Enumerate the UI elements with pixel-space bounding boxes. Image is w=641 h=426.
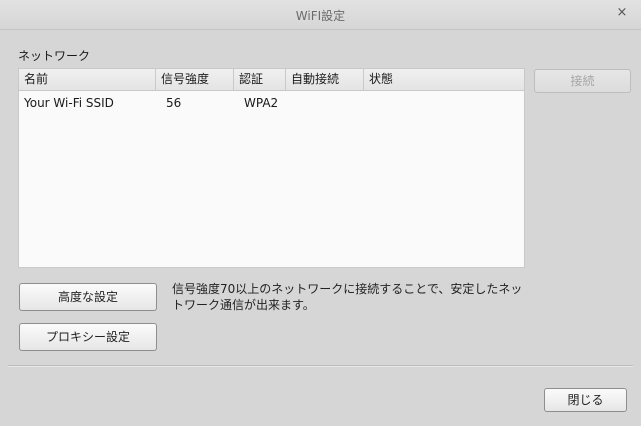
network-name-cell: Your Wi-Fi SSID (24, 96, 114, 110)
signal-info-line-1: 信号強度70以上のネットワークに接続することで、安定したネッ (172, 282, 523, 296)
column-header-auto-connect[interactable]: 自動接続 (286, 69, 364, 90)
column-header-signal[interactable]: 信号強度 (156, 69, 234, 90)
signal-info-text: 信号強度70以上のネットワークに接続することで、安定したネッ トワーク通信が出来… (172, 281, 532, 313)
proxy-settings-button[interactable]: プロキシー設定 (19, 323, 157, 351)
network-table: 名前 信号強度 認証 自動接続 状態 Your Wi-Fi SSID 56 WP… (18, 68, 525, 268)
close-icon[interactable]: × (615, 5, 629, 21)
title-bar: WiFI設定 × (0, 0, 641, 30)
column-header-status[interactable]: 状態 (364, 69, 524, 90)
table-row[interactable]: Your Wi-Fi SSID 56 WPA2 (19, 92, 524, 114)
signal-strength-cell: 56 (166, 96, 182, 110)
signal-info-line-2: トワーク通信が出来ます。 (172, 298, 315, 312)
network-section-label: ネットワーク (18, 49, 91, 63)
advanced-settings-button[interactable]: 高度な設定 (19, 283, 157, 311)
separator (8, 365, 633, 367)
close-button[interactable]: 閉じる (544, 388, 627, 412)
window-title: WiFI設定 (295, 9, 346, 23)
column-header-auth[interactable]: 認証 (234, 69, 286, 90)
connect-button[interactable]: 接続 (534, 69, 631, 93)
auth-cell: WPA2 (244, 96, 279, 110)
column-header-name[interactable]: 名前 (19, 69, 156, 90)
table-header: 名前 信号強度 認証 自動接続 状態 (19, 69, 524, 91)
